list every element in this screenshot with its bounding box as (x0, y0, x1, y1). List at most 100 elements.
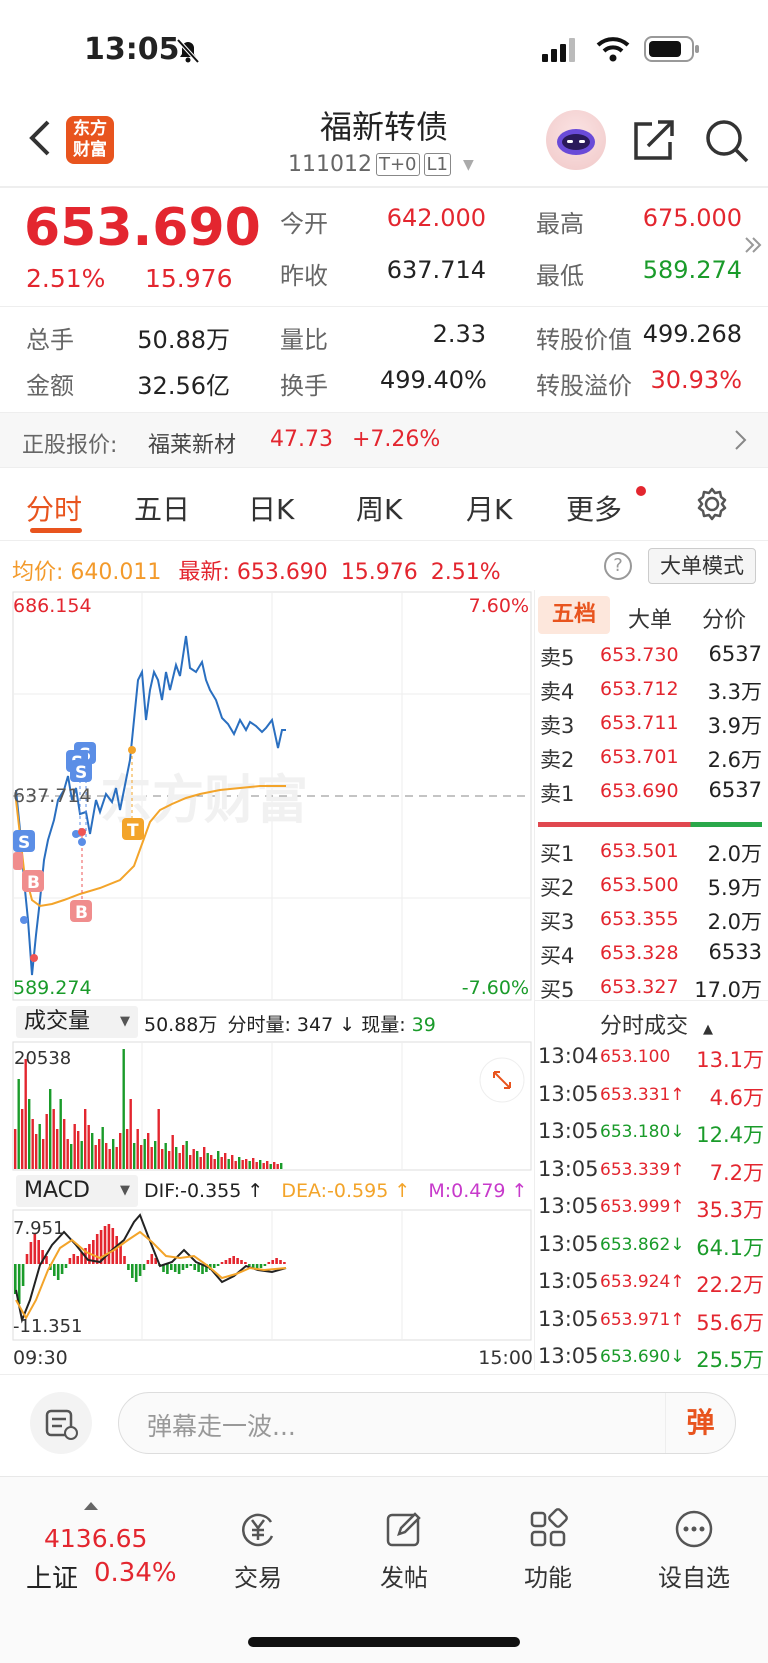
volume-bar (77, 1131, 80, 1169)
macd-indicator-selector[interactable]: MACD ▼ (16, 1175, 138, 1207)
danmaku-send-icon: 弹 (686, 1406, 715, 1439)
intraday-chart[interactable]: 东方财富 S S S S B B T 686.154 7.60% 637.714… (0, 590, 534, 1370)
share-icon[interactable] (632, 118, 676, 166)
macd-histogram-bar (259, 1264, 263, 1268)
volume-bar (196, 1151, 199, 1169)
ask-level-volume: 6537 (708, 778, 762, 802)
tab-daily-k[interactable]: 日K (248, 488, 294, 528)
volume-value: 50.88万 (137, 326, 230, 354)
underlying-change: +7.26% (352, 427, 441, 452)
ask-level-volume: 3.3万 (707, 680, 762, 704)
macd-histogram-bar (224, 1260, 228, 1264)
macd-histogram-bar (244, 1262, 247, 1264)
tick-price: 653.180↓ (600, 1122, 685, 1142)
danmaku-input[interactable]: 弹幕走一波... 弹 (118, 1392, 736, 1454)
premium-label: 转股溢价 (536, 372, 632, 400)
ask-level-row[interactable]: 卖4 653.712 3.3万 (540, 676, 762, 710)
macd-histogram-bar (64, 1264, 68, 1268)
tab-intraday[interactable]: 分时 (26, 488, 82, 528)
volume-bar (262, 1163, 265, 1169)
tick-price: 653.690↓ (600, 1347, 685, 1367)
underlying-stock-row[interactable]: 正股报价: 福莱新材 47.73 +7.26% (0, 412, 768, 468)
trade-tick-row: 13:05 653.999↑ 35.3万 (538, 1194, 764, 1230)
tab-active-indicator (30, 528, 82, 533)
post-button[interactable]: 发帖 (364, 1508, 444, 1593)
expand-right-icon[interactable] (742, 234, 764, 260)
bid-level-row[interactable]: 买1 653.501 2.0万 (540, 838, 762, 872)
tab-weekly-k[interactable]: 周K (356, 488, 402, 528)
conversion-value: 499.268 (642, 320, 742, 348)
volume-bar (17, 1079, 20, 1169)
volume-bar (31, 1119, 34, 1169)
bid-level-price: 653.327 (600, 976, 679, 998)
help-icon[interactable]: ? (604, 552, 632, 580)
bid-level-label: 买2 (540, 876, 575, 900)
macd-histogram-bar (275, 1258, 278, 1264)
avg-label: 均价: (12, 560, 64, 585)
volume-bar (70, 1144, 73, 1169)
danmaku-list-button[interactable] (30, 1392, 92, 1454)
macd-axis-max: 7.951 (13, 1218, 65, 1239)
tab-monthly-k[interactable]: 月K (466, 488, 512, 528)
volume-indicator-selector[interactable]: 成交量 ▼ (16, 1006, 138, 1038)
volume-bar (154, 1141, 157, 1169)
index-value[interactable]: 4136.65 (44, 1524, 147, 1553)
volume-bar (84, 1109, 87, 1169)
macd-histogram-bar (127, 1264, 130, 1270)
big-order-mode-button[interactable]: 大单模式 (648, 548, 756, 584)
volume-bar (182, 1145, 185, 1169)
macd-histogram-bar (170, 1264, 173, 1270)
ask-level-row[interactable]: 卖3 653.711 3.9万 (540, 710, 762, 744)
tab-five-levels[interactable]: 五档 (538, 596, 610, 634)
tab-five-day[interactable]: 五日 (134, 488, 190, 528)
amount-label: 金额 (26, 372, 74, 400)
ask-level-label: 卖2 (540, 748, 575, 772)
bid-level-row[interactable]: 买5 653.327 17.0万 (540, 974, 762, 1008)
tick-volume: 64.1万 (696, 1235, 764, 1260)
macd-histogram-bar (193, 1264, 196, 1270)
search-icon[interactable] (704, 118, 750, 168)
trade-ticks-header[interactable]: 分时成交 ▲ (600, 1008, 713, 1040)
macd-histogram-bar (263, 1264, 267, 1266)
macd-histogram-bar (181, 1264, 185, 1270)
tick-price: 653.331↑ (600, 1084, 685, 1105)
settings-gear-icon[interactable] (694, 486, 730, 526)
turnover-value: 499.40% (380, 366, 487, 394)
functions-button[interactable]: 功能 (508, 1508, 588, 1593)
bid-level-price: 653.328 (600, 942, 679, 964)
volume-ratio-value: 2.33 (432, 320, 486, 348)
macd-histogram-bar (21, 1264, 25, 1286)
underlying-price: 47.73 (270, 427, 333, 452)
trade-tick-row: 13:05 653.862↓ 64.1万 (538, 1232, 764, 1268)
trade-button[interactable]: 交易 (218, 1508, 298, 1593)
bid-level-row[interactable]: 买4 653.328 6533 (540, 940, 762, 974)
security-code-selector[interactable]: 111012 T+0 L1 ▼ (288, 152, 474, 177)
dropdown-icon: ▼ (120, 1014, 130, 1029)
ask-level-volume: 3.9万 (707, 714, 762, 738)
open-label: 今开 (280, 210, 328, 238)
ask-level-row[interactable]: 卖2 653.701 2.6万 (540, 744, 762, 778)
macd-dif: DIF:-0.355 ↑ (144, 1180, 264, 1202)
bid-level-row[interactable]: 买2 653.500 5.9万 (540, 872, 762, 906)
svg-text:T: T (127, 821, 139, 841)
ask-level-row[interactable]: 卖1 653.690 6537 (540, 778, 762, 812)
tab-more[interactable]: 更多 (566, 488, 622, 528)
volume-bar (80, 1141, 83, 1169)
tab-price-distribution[interactable]: 分价 (702, 602, 746, 634)
tab-big-orders[interactable]: 大单 (628, 602, 672, 634)
ask-level-row[interactable]: 卖5 653.730 6537 (540, 642, 762, 676)
add-watchlist-button[interactable]: 设自选 (652, 1508, 736, 1593)
dropdown-icon: ▼ (120, 1183, 130, 1198)
bid-level-row[interactable]: 买3 653.355 2.0万 (540, 906, 762, 940)
macd-histogram-bar (177, 1264, 181, 1274)
volume-bar (157, 1109, 160, 1169)
macd-histogram-bar (228, 1258, 232, 1264)
danmaku-send-button[interactable]: 弹 (665, 1393, 735, 1453)
macd-histogram-bar (111, 1228, 115, 1264)
ask-level-label: 卖3 (540, 714, 575, 738)
volume-bar (147, 1133, 150, 1169)
robot-assistant-icon[interactable] (546, 110, 606, 170)
caret-up-icon (84, 1502, 98, 1510)
tick-volume: 4.6万 (709, 1085, 764, 1110)
volume-bar (126, 1129, 129, 1169)
